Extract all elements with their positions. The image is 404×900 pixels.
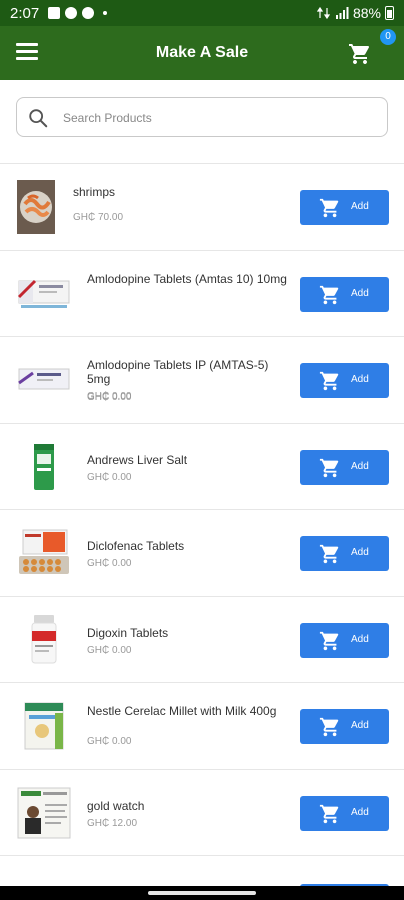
product-name: Amlodopine Tablets IP (AMTAS-5) 5mg bbox=[87, 358, 269, 386]
product-price: GH₵ 0.00 bbox=[87, 736, 132, 747]
cart-count-badge: 0 bbox=[380, 29, 396, 45]
product-row[interactable]: Nestle Cerelac Millet with Milk 400g GH₵… bbox=[0, 683, 404, 770]
app-bar: Make A Sale 0 bbox=[0, 26, 404, 80]
shrimp-image bbox=[17, 180, 55, 234]
shopping-cart-icon bbox=[349, 44, 370, 64]
sync-icon bbox=[65, 7, 78, 19]
system-nav-bar bbox=[0, 886, 404, 900]
medicine-box-image bbox=[18, 368, 70, 390]
product-price: GH₵ 70.00 bbox=[73, 212, 124, 223]
status-left: 2:07 bbox=[10, 4, 108, 22]
add-button-label: Add bbox=[351, 460, 369, 472]
product-row[interactable]: gold watch GH₵ 12.00 Add bbox=[0, 770, 404, 856]
product-name: Andrews Liver Salt bbox=[87, 452, 188, 467]
product-price: GH₵ 0.00 bbox=[87, 558, 132, 569]
add-button[interactable]: Add bbox=[300, 536, 389, 571]
search-icon bbox=[29, 109, 48, 128]
add-to-cart-icon bbox=[319, 198, 339, 218]
product-row[interactable]: Amlodopine Tablets (Amtas 10) 10mg GH₵ 0… bbox=[0, 251, 404, 402]
data-arrows-icon bbox=[316, 7, 331, 19]
add-to-cart-icon bbox=[319, 804, 339, 823]
product-name: Amlodopine Tablets (Amtas 10) 10mg bbox=[87, 271, 287, 286]
status-time: 2:07 bbox=[10, 4, 40, 22]
salt-tin-image bbox=[34, 443, 54, 490]
home-gesture-handle[interactable] bbox=[148, 891, 256, 895]
battery-icon bbox=[385, 6, 394, 20]
product-name: shrimps bbox=[73, 185, 116, 199]
product-row[interactable]: Andrews Liver Salt GH₵ 0.00 Add bbox=[0, 424, 404, 510]
product-name: Nestle Cerelac Millet with Milk 400g bbox=[87, 704, 277, 718]
add-to-cart-icon bbox=[319, 544, 339, 564]
add-button[interactable]: Add bbox=[300, 795, 389, 831]
add-button[interactable]: Add bbox=[300, 709, 389, 744]
search-box bbox=[16, 97, 388, 137]
signal-icon bbox=[335, 7, 349, 19]
add-to-cart-icon bbox=[319, 631, 339, 650]
more-notifications-icon bbox=[103, 11, 108, 15]
add-button[interactable]: Add bbox=[300, 190, 389, 225]
status-right: 88% bbox=[316, 5, 394, 21]
product-row[interactable]: Digoxin Tablets GH₵ 0.00 Add bbox=[0, 597, 404, 683]
product-price: GH₵ 12.00 bbox=[87, 817, 138, 829]
product-price: GH₵ 0.00 bbox=[87, 644, 132, 656]
search-input[interactable] bbox=[63, 107, 363, 129]
product-name: gold watch bbox=[87, 798, 145, 813]
product-row[interactable]: Amlodopine Tablets IP (AMTAS-5) 5mg GH₵ … bbox=[0, 337, 404, 424]
pill-bottle-image bbox=[31, 614, 57, 663]
add-to-cart-icon bbox=[319, 371, 339, 391]
add-to-cart-icon bbox=[319, 458, 339, 477]
gallery-icon bbox=[48, 7, 61, 19]
product-price: GH₵ 0.00 bbox=[87, 471, 132, 483]
add-button[interactable]: Add bbox=[300, 363, 389, 398]
product-price: GH₵ 0.00 bbox=[87, 392, 132, 403]
battery-percent: 88% bbox=[352, 5, 381, 21]
cereal-box-image bbox=[24, 702, 64, 750]
add-button-label: Add bbox=[351, 547, 369, 558]
product-name: Digoxin Tablets bbox=[87, 625, 169, 640]
add-button[interactable]: Add bbox=[300, 449, 389, 485]
add-button[interactable]: Add bbox=[300, 622, 389, 658]
medicine-box-image bbox=[17, 279, 70, 308]
add-button-label: Add bbox=[351, 201, 369, 212]
status-bar: 2:07 88% bbox=[0, 0, 404, 26]
product-row[interactable]: shrimps GH₵ 70.00 Add bbox=[0, 164, 404, 251]
add-to-cart-icon bbox=[319, 717, 339, 737]
product-row[interactable]: Diclofenac Tablets GH₵ 0.00 Add bbox=[0, 510, 404, 597]
add-button[interactable]: Add bbox=[300, 276, 389, 312]
product-name: Diclofenac Tablets bbox=[87, 539, 185, 553]
whatsapp-icon bbox=[82, 7, 95, 19]
poster-image bbox=[17, 787, 71, 838]
add-button-label: Add bbox=[351, 720, 369, 731]
product-list: shrimps GH₵ 70.00 Add Amlodopine Tablets… bbox=[0, 164, 404, 856]
add-button-label: Add bbox=[351, 374, 369, 385]
cart-button[interactable] bbox=[349, 40, 378, 66]
add-to-cart-icon bbox=[319, 285, 339, 304]
add-button-label: Add bbox=[351, 287, 369, 299]
add-button-label: Add bbox=[351, 633, 369, 645]
tablet-pack-image bbox=[19, 529, 69, 574]
add-button-label: Add bbox=[351, 806, 369, 818]
page-title: Make A Sale bbox=[155, 44, 249, 61]
